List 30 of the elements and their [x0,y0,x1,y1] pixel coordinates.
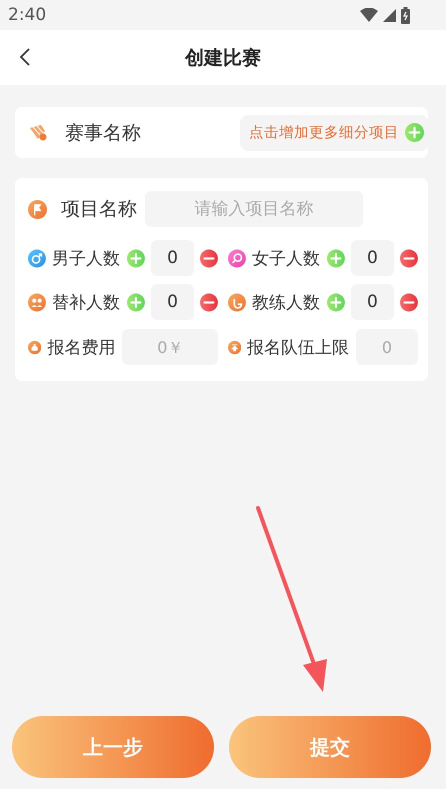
battery-icon [401,6,410,24]
fee-label: 报名队伍上限 [247,336,349,358]
female-icon [228,248,246,268]
male-icon [28,248,46,268]
wifi-icon [360,8,378,22]
event-name-label: 赛事名称 [65,120,142,146]
team-limit-field[interactable]: 0 [356,329,418,365]
shuttlecock-icon [29,124,49,142]
count-label: 教练人数 [252,292,320,314]
signal-icon [383,8,396,22]
count-field[interactable]: 0 [150,284,194,320]
count-label: 男子人数 [52,248,120,270]
count-field[interactable]: 0 [350,284,394,320]
status-time: 2:40 [8,5,46,25]
project-name-label: 项目名称 [61,197,137,222]
fee-field[interactable]: 0￥ [122,329,218,365]
minus-icon[interactable] [200,292,218,312]
minus-icon[interactable] [400,292,418,312]
fee-label: 报名费用 [47,336,116,358]
page-title: 创建比赛 [185,46,261,70]
project-name-field[interactable]: 请输入项目名称 [145,191,363,227]
count-label: 女子人数 [252,248,320,270]
flag-icon [28,200,47,218]
count-field[interactable]: 0 [350,240,394,276]
count-label: 替补人数 [52,292,120,314]
minus-icon[interactable] [400,248,418,268]
count-field[interactable]: 0 [150,240,194,276]
people-icon [28,292,46,312]
back-icon[interactable] [18,47,32,67]
minus-icon[interactable] [200,248,218,268]
